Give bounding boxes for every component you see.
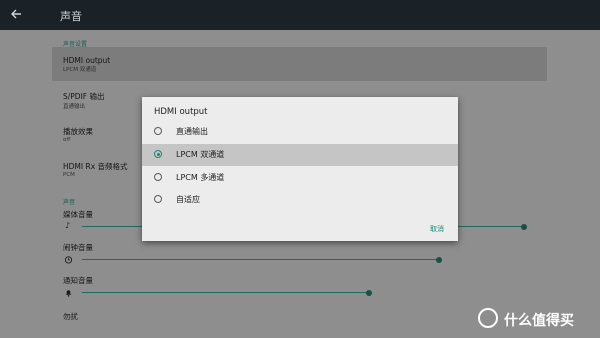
hdmi-output-row[interactable]: HDMI output LPCM 双通道 bbox=[63, 56, 110, 73]
watermark-text: 什么值得买 bbox=[504, 313, 574, 329]
playback-effect-title: 播放效果 bbox=[63, 127, 93, 136]
arrow-left-icon[interactable] bbox=[8, 6, 24, 22]
notify-volume-title: 通知音量 bbox=[63, 276, 93, 285]
alarm-volume-title: 闹钟音量 bbox=[63, 243, 93, 252]
do-not-disturb-row[interactable]: 勿扰 bbox=[63, 311, 78, 322]
spdif-output-row[interactable]: S/PDIF 输出 直通输出 bbox=[63, 91, 105, 110]
cancel-button[interactable]: 取消 bbox=[430, 224, 444, 234]
hdmi-output-value: LPCM 双通道 bbox=[63, 67, 97, 73]
option-label: 直通输出 bbox=[176, 127, 208, 136]
option-label: LPCM 双通道 bbox=[176, 150, 225, 159]
watermark-logo-icon bbox=[478, 308, 498, 328]
section-header-sound: 声音 bbox=[63, 199, 76, 206]
hdmi-output-title: HDMI output bbox=[63, 56, 111, 65]
media-volume-title: 媒体音量 bbox=[63, 210, 93, 219]
hdmi-output-row-highlight bbox=[52, 47, 547, 81]
bell-icon bbox=[65, 290, 72, 297]
option-label: LPCM 多通道 bbox=[176, 173, 225, 182]
page-title: 声音 bbox=[60, 10, 82, 23]
media-volume-knob[interactable] bbox=[520, 223, 527, 230]
option-passthrough[interactable]: 直通输出 bbox=[142, 121, 458, 143]
option-label: 自适应 bbox=[176, 195, 200, 204]
app-bar: 声音 bbox=[0, 0, 600, 30]
option-auto[interactable]: 自适应 bbox=[142, 189, 458, 211]
alarm-volume-slider[interactable] bbox=[82, 259, 440, 261]
dialog-title: HDMI output bbox=[154, 107, 208, 117]
radio-button[interactable] bbox=[154, 195, 162, 203]
hdmi-rx-format-row[interactable]: HDMI Rx 音频格式 PCM bbox=[63, 161, 128, 178]
spdif-output-title: S/PDIF 输出 bbox=[63, 92, 105, 101]
option-lpcm-stereo[interactable]: LPCM 双通道 bbox=[142, 144, 458, 166]
playback-effect-value: off bbox=[63, 137, 71, 143]
option-lpcm-multichannel[interactable]: LPCM 多通道 bbox=[142, 167, 458, 189]
radio-button[interactable] bbox=[154, 127, 162, 135]
music-note-icon: ♪ bbox=[65, 221, 71, 230]
radio-button[interactable] bbox=[154, 150, 162, 158]
section-header-settings: 声音设置 bbox=[63, 41, 88, 48]
alarm-clock-icon bbox=[64, 256, 73, 264]
hdmi-output-dialog: HDMI output 直通输出 LPCM 双通道 LPCM 多通道 自适应 取… bbox=[142, 97, 458, 241]
notify-volume-slider[interactable] bbox=[82, 292, 369, 294]
settings-screen: 声音 声音设置 HDMI output LPCM 双通道 S/PDIF 输出 直… bbox=[0, 0, 600, 338]
hdmi-rx-format-title: HDMI Rx 音频格式 bbox=[63, 162, 128, 171]
spdif-output-value: 直通输出 bbox=[63, 104, 86, 110]
radio-button[interactable] bbox=[154, 173, 162, 181]
alarm-volume-knob[interactable] bbox=[436, 256, 443, 263]
hdmi-rx-format-value: PCM bbox=[63, 172, 75, 178]
notify-volume-knob[interactable] bbox=[365, 289, 372, 296]
playback-effect-row[interactable]: 播放效果 off bbox=[63, 126, 93, 143]
